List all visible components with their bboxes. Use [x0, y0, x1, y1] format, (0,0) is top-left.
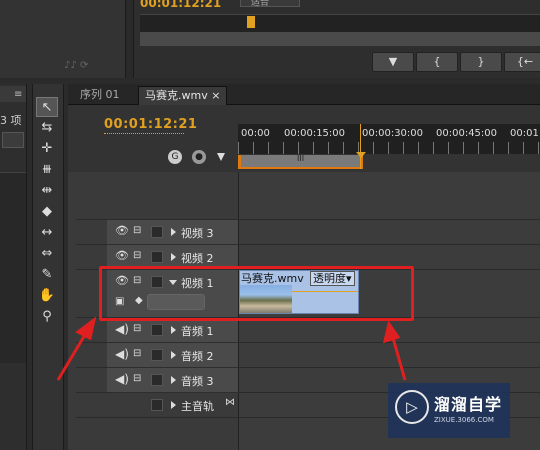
left-arrow-icon: [56, 316, 97, 381]
right-arrow-icon: [382, 320, 407, 381]
watermark-subtitle: ZIXUE.3066.COM: [434, 416, 494, 424]
play-logo-icon: ▷: [395, 390, 429, 424]
watermark-title: 溜溜自学: [434, 395, 503, 414]
